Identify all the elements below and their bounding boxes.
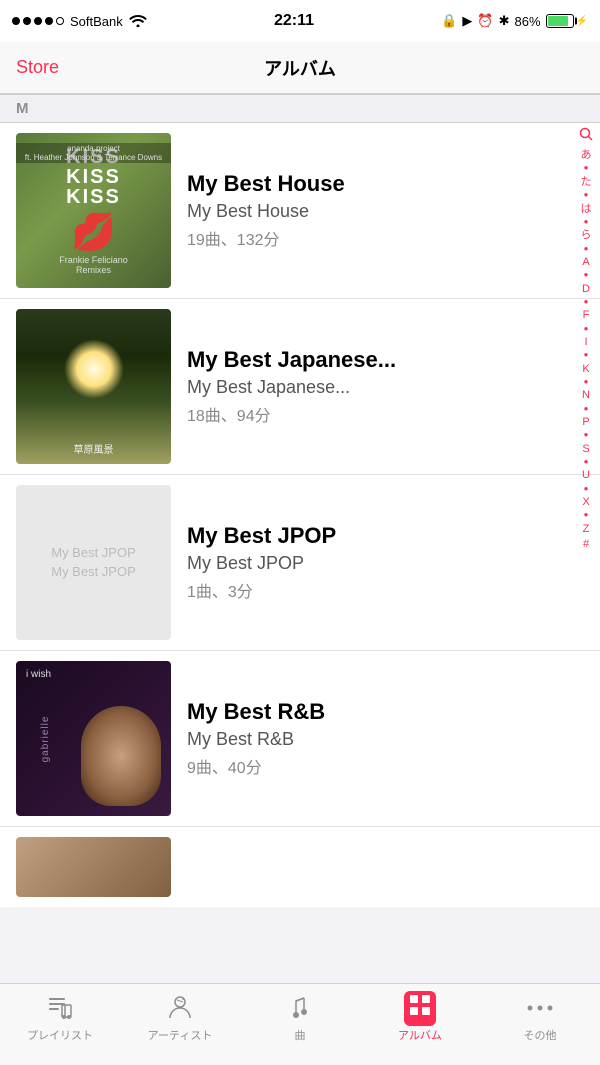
tab-album-label: アルバム	[398, 1027, 442, 1043]
page-title: アルバム	[264, 55, 336, 81]
tab-playlist[interactable]: プレイリスト	[0, 992, 120, 1043]
battery-percent: 86%	[515, 14, 541, 29]
bluetooth-icon: ✱	[499, 13, 510, 29]
album-title: My Best House	[187, 171, 584, 197]
status-left: SoftBank	[12, 13, 147, 30]
album-subtitle: My Best JPOP	[187, 553, 584, 574]
index-item-Z[interactable]: Z	[575, 522, 597, 536]
album-title: My Best R&B	[187, 699, 584, 725]
index-dot-6: ●	[575, 297, 597, 307]
index-item-A[interactable]: A	[575, 255, 597, 269]
index-dot-5: ●	[575, 270, 597, 280]
carrier-label: SoftBank	[70, 14, 123, 29]
album-title: My Best Japanese...	[187, 347, 584, 373]
playlist-icon	[46, 992, 74, 1024]
album-row[interactable]: My Best JPOPMy Best JPOP My Best JPOP My…	[0, 475, 600, 651]
index-item-U[interactable]: U	[575, 468, 597, 482]
index-item-F[interactable]: F	[575, 308, 597, 322]
album-subtitle: My Best House	[187, 201, 584, 222]
album-title: My Best JPOP	[187, 523, 584, 549]
album-info: My Best House My Best House 19曲、132分	[187, 171, 584, 250]
album-info: My Best JPOP My Best JPOP 1曲、3分	[187, 523, 584, 602]
song-icon	[286, 992, 314, 1024]
index-dot-10: ●	[575, 404, 597, 414]
index-item-K[interactable]: K	[575, 362, 597, 376]
status-right: 🔒 ▶ ⏰ ✱ 86% ⚡	[441, 13, 588, 29]
index-dot-13: ●	[575, 484, 597, 494]
album-row[interactable]: 草原風景 My Best Japanese... My Best Japanes…	[0, 299, 600, 475]
index-dot-4: ●	[575, 244, 597, 254]
tab-song-label: 曲	[295, 1027, 306, 1043]
index-item-ta[interactable]: た	[575, 175, 597, 189]
lock-icon: 🔒	[441, 13, 457, 29]
album-art-rnb: i wish gabrielle	[16, 661, 171, 816]
index-dot-12: ●	[575, 457, 597, 467]
album-icon	[404, 992, 436, 1024]
index-bar[interactable]: あ ● た ● は ● ら ● A ● D ● F ● I ● K ● N ● …	[572, 123, 600, 555]
album-meta: 1曲、3分	[187, 578, 584, 602]
tab-more[interactable]: その他	[480, 992, 600, 1043]
index-item-I[interactable]: I	[575, 335, 597, 349]
tab-bar: プレイリスト アーティスト 曲	[0, 983, 600, 1065]
index-dot-3: ●	[575, 217, 597, 227]
signal-icon	[12, 17, 64, 25]
tab-artist-label: アーティスト	[148, 1027, 213, 1043]
album-list: あ ● た ● は ● ら ● A ● D ● F ● I ● K ● N ● …	[0, 123, 600, 907]
index-item-hash[interactable]: #	[575, 537, 597, 551]
index-dot-2: ●	[575, 190, 597, 200]
index-item-a[interactable]: あ	[575, 148, 597, 162]
album-row[interactable]: ananda projectft. Heather Johnson & Terr…	[0, 123, 600, 299]
battery-icon: ⚡	[546, 14, 588, 28]
index-item-ha[interactable]: は	[575, 202, 597, 216]
clock: 22:11	[274, 12, 314, 30]
album-art-japanese: 草原風景	[16, 309, 171, 464]
album-row-partial[interactable]	[0, 827, 600, 907]
more-icon	[526, 992, 554, 1024]
index-item-N[interactable]: N	[575, 388, 597, 402]
album-subtitle: My Best R&B	[187, 729, 584, 750]
album-art-kiss: ananda projectft. Heather Johnson & Terr…	[16, 133, 171, 288]
tab-album[interactable]: アルバム	[360, 992, 480, 1043]
tab-playlist-label: プレイリスト	[27, 1027, 93, 1043]
index-dot-11: ●	[575, 430, 597, 440]
album-info: My Best Japanese... My Best Japanese... …	[187, 347, 584, 426]
index-dot-9: ●	[575, 377, 597, 387]
album-subtitle: My Best Japanese...	[187, 377, 584, 398]
tab-song[interactable]: 曲	[240, 992, 360, 1043]
tab-more-label: その他	[524, 1027, 557, 1043]
album-art-jpop: My Best JPOPMy Best JPOP	[16, 485, 171, 640]
album-meta: 9曲、40分	[187, 754, 584, 778]
status-bar: SoftBank 22:11 🔒 ▶ ⏰ ✱ 86% ⚡	[0, 0, 600, 42]
store-button[interactable]: Store	[16, 57, 59, 78]
index-dot-8: ●	[575, 350, 597, 360]
charging-icon: ⚡	[576, 16, 588, 27]
album-meta: 18曲、94分	[187, 402, 584, 426]
album-info: My Best R&B My Best R&B 9曲、40分	[187, 699, 584, 778]
index-item-P[interactable]: P	[575, 415, 597, 429]
index-search-icon[interactable]	[575, 127, 597, 145]
index-item-D[interactable]: D	[575, 282, 597, 296]
index-dot-7: ●	[575, 324, 597, 334]
album-art-partial	[16, 837, 171, 897]
main-content: M あ ● た ● は ● ら ● A ● D ● F ● I	[0, 94, 600, 989]
index-dot-1: ●	[575, 163, 597, 173]
location-icon: ▶	[462, 13, 472, 29]
album-row[interactable]: i wish gabrielle My Best R&B My Best R&B…	[0, 651, 600, 827]
alarm-icon: ⏰	[477, 13, 493, 29]
nav-bar: Store アルバム	[0, 42, 600, 94]
index-item-X[interactable]: X	[575, 495, 597, 509]
index-dot-14: ●	[575, 510, 597, 520]
section-header-m: M	[0, 94, 600, 123]
index-item-S[interactable]: S	[575, 442, 597, 456]
artist-icon	[166, 992, 194, 1024]
wifi-icon	[129, 13, 147, 30]
album-meta: 19曲、132分	[187, 226, 584, 250]
tab-artist[interactable]: アーティスト	[120, 992, 240, 1043]
index-item-ra[interactable]: ら	[575, 228, 597, 242]
